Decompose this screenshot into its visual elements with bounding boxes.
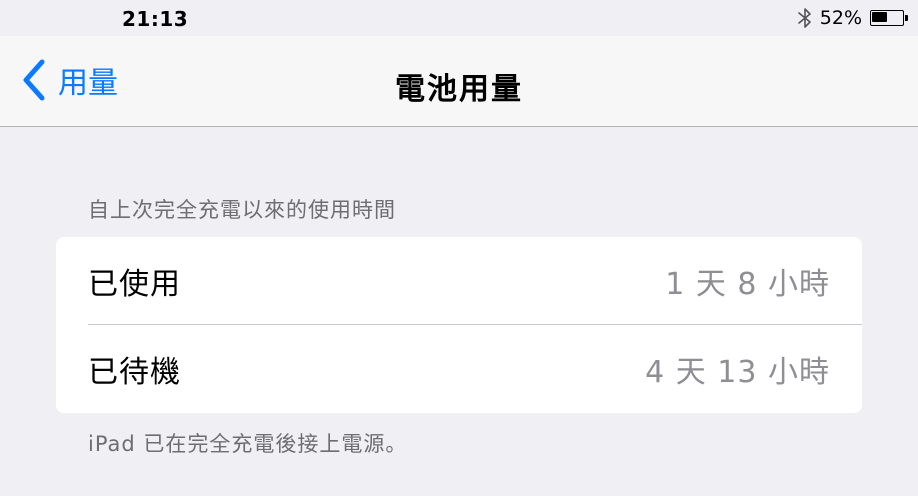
section-header: 自上次完全充電以來的使用時間 (88, 198, 396, 222)
status-bar: 21:13 52% (0, 0, 918, 36)
page-title: 電池用量 (395, 72, 523, 107)
usage-label: 已使用 (88, 266, 181, 302)
usage-group: 已使用 1 天 8 小時 已待機 4 天 13 小時 (56, 237, 862, 413)
battery-fill (872, 12, 887, 22)
usage-row: 已使用 1 天 8 小時 (56, 237, 862, 324)
standby-row: 已待機 4 天 13 小時 (56, 325, 862, 412)
section-footer: iPad 已在完全充電後接上電源。 (88, 432, 408, 456)
status-time: 21:13 (122, 7, 189, 31)
usage-value: 1 天 8 小時 (665, 266, 830, 302)
status-indicators: 52% (797, 6, 908, 30)
navigation-bar: 用量 電池用量 (0, 36, 918, 127)
battery-percentage: 52% (819, 7, 862, 29)
standby-value: 4 天 13 小時 (645, 354, 830, 390)
battery-icon (870, 10, 908, 26)
bluetooth-icon (797, 7, 812, 29)
battery-tip (905, 15, 908, 21)
standby-label: 已待機 (88, 354, 181, 390)
